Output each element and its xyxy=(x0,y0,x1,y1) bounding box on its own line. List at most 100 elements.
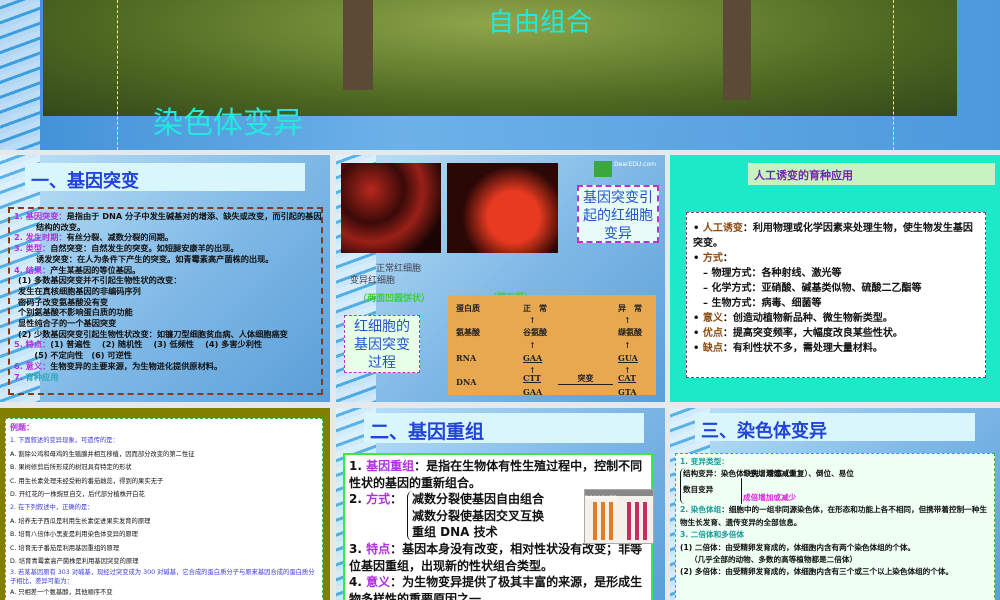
numerical-variation-b: 成倍增加或减少 xyxy=(743,493,797,503)
text: 物理方式：各种射线、激光等 xyxy=(711,268,842,279)
guide-line xyxy=(893,0,894,150)
question: 3. 若某基因原有 303 对碱基，现经过突变成为 300 对碱基，它合成的蛋白… xyxy=(10,569,315,586)
mutation-arrow: 突变 xyxy=(558,373,613,385)
image-caption: 染色体的交叉互换 xyxy=(585,490,653,500)
content-line: 发生在真核细胞基因的非编码序列 xyxy=(14,286,317,297)
term: 3. 类型： xyxy=(14,243,51,254)
term: 方式 xyxy=(366,492,391,506)
answer-option: B. 果树修剪后所形成的树冠具有特定的形状 xyxy=(10,464,132,472)
content-line: 4. 结果：产生某基因的等位基因。 xyxy=(14,265,317,276)
method-list: 减数分裂使基因自由组合 减数分裂使基因交叉互换 重组 DNA 技术 xyxy=(407,491,544,541)
term: 基因重组 xyxy=(366,459,415,473)
text: 自然突变：自然发生的突变。如短腿安康羊的出现。 xyxy=(50,243,239,254)
sickle-rbc-image xyxy=(447,163,558,253)
normal-sequence: 正 常 xyxy=(523,303,547,313)
answer-option: D. 开红花的一株豌豆自交，后代部分植株开白花 xyxy=(10,491,145,499)
mutation-diagram: 蛋白质 氨基酸 RNA DNA 正 常谷氨酸 GAA CTT GAA ↑ ↑ ↑ 异 常缬氨酸 GUA C… xyxy=(448,295,656,397)
chromosome-image: 染色体的交叉互换 xyxy=(584,489,654,544)
text: 发生在真核细胞基因的非编码序列 xyxy=(18,285,141,296)
definition: ：细胞中的一组非同源染色体，在形态和功能上各不相同，但携带着控制一种生物生长发育… xyxy=(680,505,987,527)
slide-title: 一、基因突变 xyxy=(25,163,305,192)
slide-gene-recombination[interactable]: 二、基因重组 1. 基因重组：是指在生物体有性生殖过程中，控制不同性状的基因的重… xyxy=(336,408,665,600)
dna-decoration xyxy=(0,0,40,150)
bullet-icon: • xyxy=(693,343,703,354)
banner-bottom-text: 染色体变异 xyxy=(153,106,303,141)
text: 密码子改变氨基酸没有变 xyxy=(18,296,109,307)
text: (1) 普遍性 (2) 随机性 (3) 低频性 (4) 多害少利性 xyxy=(50,339,263,350)
answer-option: D. 培育青霉素高产菌株是利用基因突变的原理 xyxy=(10,558,139,566)
term: 意义 xyxy=(366,575,391,589)
banner-top-text: 自由组合 xyxy=(488,8,593,38)
arrow-up-icon: ↑ xyxy=(624,315,631,325)
banner-slide[interactable]: 自由组合 染色体变异 xyxy=(0,0,1000,150)
text: (1) 多数基因突变并不引起生物性状的改变： xyxy=(18,275,182,286)
section-heading: 1. 变异类型： xyxy=(680,457,729,466)
term: 4. 结果： xyxy=(14,264,51,275)
term: 1. 基因突变： xyxy=(14,211,67,221)
content-line: 密码子改变氨基酸没有变 xyxy=(14,297,317,308)
row-label: 氨基酸 xyxy=(456,327,480,337)
content-line: 3. 类型：自然突变：自然发生的突变。如短腿安康羊的出现。 xyxy=(14,243,317,254)
slide-red-blood-cell[interactable]: DearEDU.com 基因突变引起的红细胞变异 正常红细胞 变异红细胞 （两面… xyxy=(336,155,665,402)
slide-exercises[interactable]: 例题： 1. 下面叙述的变异现象，可遗传的是： A. 割除公鸡和母鸡的生殖腺并相互移… xyxy=(0,408,330,600)
abnormal-rbc-label: 变异红细胞 xyxy=(350,276,396,286)
arrow-up-icon: ↑ xyxy=(624,340,631,350)
variation-types: 结构变异：染色体缺失、增添（重复）、倒位、易位 数目变异 个别增添或减少 成倍增… xyxy=(680,468,990,505)
normal-sequence: GAA xyxy=(523,353,543,363)
list-item: • 优点：提高突变频率，大幅度改良某些性状。 xyxy=(693,326,979,341)
slide-title: 三、染色体变异 xyxy=(695,413,975,442)
arrow-up-icon: ↑ xyxy=(624,365,631,375)
content-line: 7. 育种应用 xyxy=(14,372,317,383)
text: ：提高突变频率，大幅度改良某些性状。 xyxy=(722,328,903,339)
question: 2. 在下列叙述中，正确的是： xyxy=(10,504,94,512)
text: (5) 不定向性 (6) 可逆性 xyxy=(18,350,132,361)
text: (2) 少数基因突变引起生物性状改变：如镰刀型细胞贫血病、人体细胞癌变 xyxy=(18,328,288,339)
term: 2. 染色体组 xyxy=(680,505,722,515)
content-line: 6. 意义：生物变异的主要来源，为生物进化提供原材料。 xyxy=(14,361,317,372)
text: 化学方式：亚硝酸、碱基类似物、硫酸二乙酯等 xyxy=(711,283,922,294)
term: 方式 xyxy=(702,253,723,264)
slide-chromosome-variation[interactable]: 三、染色体变异 1. 变异类型： 结构变异：染色体缺失、增添（重复）、倒位、易位… xyxy=(670,408,1000,600)
text: 结构的改变。 xyxy=(36,221,86,232)
method-item: 减数分裂使基因自由组合 xyxy=(412,492,545,506)
term: 特点 xyxy=(366,542,391,556)
content-line: 诱发突变：在人为条件下产生的突变。如青霉素高产菌株的出现。 xyxy=(14,254,317,265)
text: ：创造动植物新品种、微生物新类型。 xyxy=(722,313,893,324)
content-line: (2) 少数基因突变引起生物性状改变：如镰刀型细胞贫血病、人体细胞癌变 xyxy=(14,329,317,340)
answer-option: A. 培养无子西瓜是利用生长素促进果实发育的原理 xyxy=(10,517,151,525)
slide-artificial-mutation[interactable]: 人工诱变的育种应用 • 人工诱变：利用物理或化学因素来处理生物，使生物发生基因突… xyxy=(670,155,1000,402)
numerical-variation-a: 个别增添或减少 xyxy=(743,469,797,479)
text: ：有利性状不多，需处理大量材料。 xyxy=(722,343,883,354)
text: 是指由于 DNA 分子中发生碱基对的增添、缺失或改变，而引起的基因 xyxy=(66,211,322,221)
bullet-icon: • xyxy=(693,328,703,339)
text: 产生某基因的等位基因。 xyxy=(50,264,141,275)
logo-text: DearEDU.com xyxy=(614,161,656,168)
process-box: 红细胞的基因突变过程 xyxy=(344,315,420,373)
text-line: （几乎全部的动物、多数的高等植物都是二倍体） xyxy=(690,555,858,565)
method-item: 重组 DNA 技术 xyxy=(412,525,498,539)
arrow-up-icon: ↑ xyxy=(529,340,536,350)
slide-gene-mutation[interactable]: 一、基因突变 1. 基因突变：是指由于 DNA 分子中发生碱基对的增添、缺失或改… xyxy=(0,155,330,402)
slide-title: 人工诱变的育种应用 xyxy=(748,163,995,185)
list-item: • 意义：创造动植物新品种、微生物新类型。 xyxy=(693,311,979,326)
text-line: (2) 多倍体：由受精卵发育成的，体细胞内含有三个或三个以上染色体组的个体。 xyxy=(680,567,954,577)
content-line: 5. 特点：(1) 普遍性 (2) 随机性 (3) 低频性 (4) 多害少利性 xyxy=(14,339,317,350)
term: 2. 发生时期： xyxy=(14,232,67,243)
term: 6. 意义： xyxy=(14,360,51,371)
content-line: 1. 基因突变：是指由于 DNA 分子中发生碱基对的增添、缺失或改变，而引起的基… xyxy=(14,211,322,222)
row-label: RNA xyxy=(456,353,477,363)
text: 个别氨基酸不影响蛋白质的功能 xyxy=(18,307,133,318)
term: 5. 特点： xyxy=(14,339,51,350)
arrow-up-icon: ↑ xyxy=(529,365,536,375)
abnormal-sequence: GTA xyxy=(618,387,637,397)
text-line: (1) 二倍体：由受精卵发育成的，体细胞内含有两个染色体组的个体。 xyxy=(680,542,916,552)
abnormal-sequence: 缬氨酸 xyxy=(618,327,642,337)
bullet-icon: • xyxy=(693,223,703,234)
text: ： xyxy=(722,253,733,264)
abnormal-sequence: GUA xyxy=(618,353,638,363)
term: 优点 xyxy=(702,328,723,339)
text[interactable]: 育种应用 xyxy=(26,372,59,382)
list-item: • 缺点：有利性状不多，需处理大量材料。 xyxy=(693,341,979,356)
label-box: 基因突变引起的红细胞变异 xyxy=(577,185,659,243)
logo-icon: DearEDU.com xyxy=(594,161,656,177)
